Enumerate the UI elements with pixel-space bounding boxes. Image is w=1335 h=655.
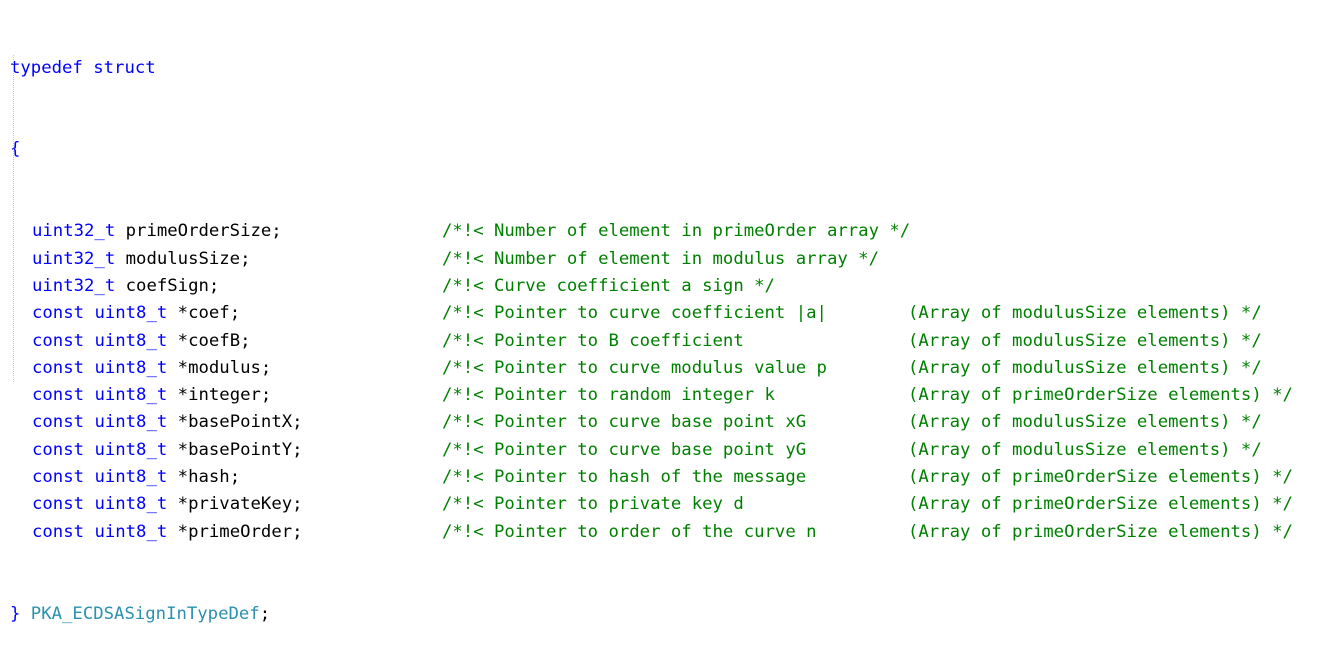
field-declaration: const uint8_t *basePointX; bbox=[32, 409, 303, 436]
field-comment: /*!< Pointer to random integer k bbox=[442, 385, 775, 406]
field-comment: /*!< Pointer to curve base point yG bbox=[442, 439, 807, 460]
field-name: *coefB; bbox=[167, 330, 251, 351]
struct-field-line: const uint8_t *basePointX; /*!< Pointer t… bbox=[10, 409, 1262, 436]
const-keyword: const bbox=[32, 494, 95, 515]
field-array-note: (Array of primeOrderSize elements) */ bbox=[908, 385, 1293, 406]
field-declaration: const uint8_t *hash; bbox=[32, 464, 240, 491]
field-name: *hash; bbox=[167, 467, 241, 488]
struct-type-name: PKA_ECDSASignInTypeDef bbox=[20, 603, 260, 624]
field-array-note: (Array of primeOrderSize elements) */ bbox=[908, 467, 1293, 488]
field-declaration: const uint8_t *modulus; bbox=[32, 355, 271, 382]
field-declaration: const uint8_t *basePointY; bbox=[32, 437, 303, 464]
const-keyword: const bbox=[32, 412, 95, 433]
field-name: *coef; bbox=[167, 303, 241, 324]
open-brace-line: { bbox=[10, 136, 270, 163]
field-declaration: const uint8_t *primeOrder; bbox=[32, 519, 303, 546]
field-array-note: (Array of modulusSize elements) */ bbox=[908, 439, 1262, 460]
close-brace: } bbox=[10, 603, 21, 624]
struct-field-line: uint32_t coefSign; /*!< Curve coefficient… bbox=[10, 273, 775, 300]
field-comment: /*!< Number of element in primeOrder arr… bbox=[442, 221, 911, 242]
const-keyword: const bbox=[32, 385, 95, 406]
semicolon: ; bbox=[259, 603, 271, 624]
open-brace: { bbox=[10, 139, 21, 160]
field-name: *modulus; bbox=[167, 357, 272, 378]
field-name: *basePointY; bbox=[167, 439, 303, 460]
field-array-note: (Array of modulusSize elements) */ bbox=[908, 330, 1262, 351]
struct-field-line: const uint8_t *integer; /*!< Pointer to r… bbox=[10, 382, 1293, 409]
field-name: *basePointX; bbox=[167, 412, 303, 433]
field-type: uint8_t bbox=[94, 439, 168, 460]
field-type: uint32_t bbox=[32, 275, 116, 296]
field-comment: /*!< Pointer to order of the curve n bbox=[442, 521, 817, 542]
const-keyword: const bbox=[32, 521, 95, 542]
struct-field-line: const uint8_t *coef; /*!< Pointer to curv… bbox=[10, 300, 1262, 327]
field-declaration: const uint8_t *coef; bbox=[32, 300, 240, 327]
const-keyword: const bbox=[32, 330, 95, 351]
field-type: uint8_t bbox=[94, 494, 168, 515]
field-array-note: (Array of primeOrderSize elements) */ bbox=[908, 494, 1293, 515]
field-array-note: (Array of modulusSize elements) */ bbox=[908, 303, 1262, 324]
field-name: *primeOrder; bbox=[167, 521, 303, 542]
field-type: uint8_t bbox=[94, 303, 168, 324]
field-comment: /*!< Pointer to curve base point xG bbox=[442, 412, 807, 433]
typedef-line: typedef struct bbox=[10, 55, 270, 82]
struct-field-line: const uint8_t *primeOrder; /*!< Pointer t… bbox=[10, 519, 1293, 546]
field-type: uint8_t bbox=[94, 467, 168, 488]
struct-field-line: uint32_t primeOrderSize; /*!< Number of e… bbox=[10, 218, 910, 245]
field-type: uint8_t bbox=[94, 412, 168, 433]
field-type: uint8_t bbox=[94, 521, 168, 542]
struct-field-line: const uint8_t *basePointY; /*!< Pointer t… bbox=[10, 437, 1262, 464]
struct-field-line: uint32_t modulusSize; /*!< Number of elem… bbox=[10, 246, 879, 273]
typedef-keyword: typedef bbox=[10, 57, 83, 78]
field-type: uint8_t bbox=[94, 357, 168, 378]
struct-field-line: const uint8_t *coefB; /*!< Pointer to B c… bbox=[10, 328, 1262, 355]
field-type: uint32_t bbox=[32, 248, 116, 269]
field-name: coefSign; bbox=[115, 275, 220, 296]
field-declaration: const uint8_t *privateKey; bbox=[32, 491, 303, 518]
field-declaration: uint32_t primeOrderSize; bbox=[32, 218, 282, 245]
const-keyword: const bbox=[32, 357, 95, 378]
field-declaration: const uint8_t *coefB; bbox=[32, 328, 251, 355]
field-comment: /*!< Pointer to hash of the message bbox=[442, 467, 807, 488]
field-comment: /*!< Pointer to curve coefficient |a| bbox=[442, 303, 827, 324]
closing-line: } PKA_ECDSASignInTypeDef; bbox=[10, 601, 270, 628]
field-declaration: uint32_t modulusSize; bbox=[32, 246, 251, 273]
field-name: primeOrderSize; bbox=[115, 221, 282, 242]
const-keyword: const bbox=[32, 439, 95, 460]
struct-field-line: const uint8_t *modulus; /*!< Pointer to c… bbox=[10, 355, 1262, 382]
field-array-note: (Array of modulusSize elements) */ bbox=[908, 357, 1262, 378]
field-array-note: (Array of modulusSize elements) */ bbox=[908, 412, 1262, 433]
struct-field-line: const uint8_t *hash; /*!< Pointer to hash… bbox=[10, 464, 1293, 491]
field-comment: /*!< Pointer to B coefficient bbox=[442, 330, 744, 351]
field-comment: /*!< Curve coefficient a sign */ bbox=[442, 275, 775, 296]
field-declaration: const uint8_t *integer; bbox=[32, 382, 271, 409]
field-type: uint32_t bbox=[32, 221, 116, 242]
struct-keyword: struct bbox=[93, 57, 156, 78]
code-editor[interactable]: typedef struct { uint32_t primeOrderSize… bbox=[10, 0, 1293, 655]
field-name: modulusSize; bbox=[115, 248, 251, 269]
const-keyword: const bbox=[32, 303, 95, 324]
field-name: *integer; bbox=[167, 385, 272, 406]
field-comment: /*!< Pointer to curve modulus value p bbox=[442, 357, 827, 378]
field-name: *privateKey; bbox=[167, 494, 303, 515]
field-type: uint8_t bbox=[94, 330, 168, 351]
field-comment: /*!< Number of element in modulus array … bbox=[442, 248, 879, 269]
struct-fields: uint32_t primeOrderSize; /*!< Number of e… bbox=[10, 218, 1293, 546]
field-type: uint8_t bbox=[94, 385, 168, 406]
field-array-note: (Array of primeOrderSize elements) */ bbox=[908, 521, 1293, 542]
field-comment: /*!< Pointer to private key d bbox=[442, 494, 744, 515]
field-declaration: uint32_t coefSign; bbox=[32, 273, 219, 300]
struct-field-line: const uint8_t *privateKey; /*!< Pointer t… bbox=[10, 491, 1293, 518]
indent-guide bbox=[13, 55, 14, 382]
const-keyword: const bbox=[32, 467, 95, 488]
